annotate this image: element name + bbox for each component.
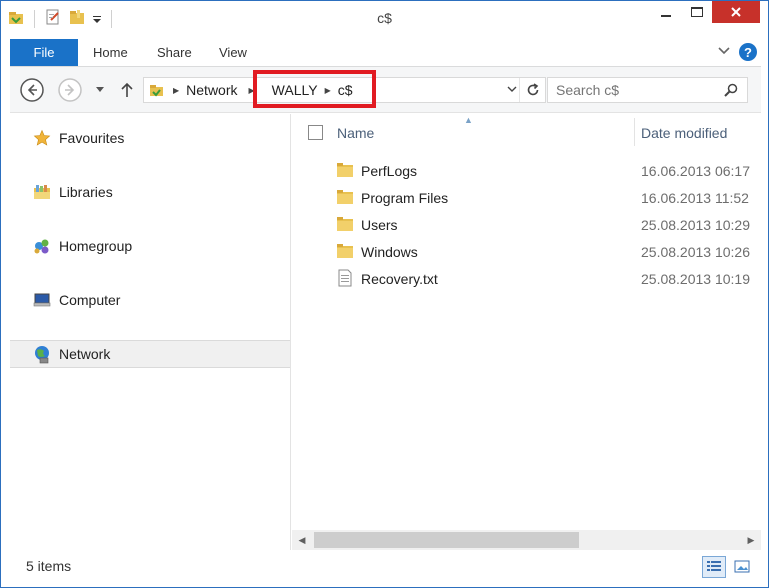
nav-item-libraries[interactable]: Libraries [10, 178, 290, 206]
scroll-right-button[interactable]: ▶ [741, 530, 761, 550]
file-name: PerfLogs [361, 163, 418, 179]
text-file-icon [336, 269, 354, 287]
address-dropdown-icon[interactable] [505, 82, 519, 99]
refresh-button[interactable] [519, 78, 545, 102]
search-input[interactable] [548, 78, 708, 102]
nav-item-label: Homegroup [59, 238, 133, 254]
nav-item-favourites[interactable]: Favourites [10, 124, 290, 152]
nav-item-label: Computer [59, 292, 121, 308]
column-date-modified[interactable]: Date modified [641, 125, 727, 141]
explorer-window: c$ File Home Share View ? ▶ Network ▶ WA… [0, 0, 769, 588]
folder-icon [336, 242, 354, 260]
folder-icon [336, 215, 354, 233]
file-row[interactable]: Recovery.txt 25.08.2013 10:19 [292, 265, 761, 292]
horizontal-scrollbar[interactable]: ◀ ▶ [292, 530, 761, 550]
file-row[interactable]: Users 25.08.2013 10:29 [292, 211, 761, 238]
tab-share[interactable]: Share [157, 39, 192, 67]
title-bar: c$ [1, 1, 768, 37]
nav-item-label: Libraries [59, 184, 113, 200]
breadcrumb-separator[interactable]: ▶ [170, 86, 182, 95]
folder-icon [336, 161, 354, 179]
navigation-bar: ▶ Network ▶ WALLY ▶ c$ [10, 67, 761, 113]
file-date: 25.08.2013 10:19 [641, 271, 750, 287]
recent-locations-icon[interactable] [94, 84, 106, 96]
large-icons-view-button[interactable] [730, 556, 754, 578]
nav-item-network[interactable]: Network [10, 340, 290, 368]
scroll-left-button[interactable]: ◀ [292, 530, 312, 550]
expand-ribbon-icon[interactable] [717, 44, 731, 61]
forward-button[interactable] [57, 77, 83, 103]
status-bar: 5 items [2, 550, 768, 587]
file-name: Program Files [361, 190, 449, 206]
details-view-button[interactable] [702, 556, 726, 578]
nav-item-label: Network [59, 346, 111, 362]
ribbon-right-controls: ? [717, 43, 757, 61]
search-icon[interactable] [723, 82, 739, 101]
column-name[interactable]: Name [337, 125, 374, 141]
file-name: Users [361, 217, 398, 233]
tab-home[interactable]: Home [93, 39, 128, 67]
file-date: 16.06.2013 11:52 [641, 190, 749, 206]
highlight-box-address [253, 70, 376, 108]
help-icon[interactable]: ? [739, 43, 757, 61]
nav-item-label: Favourites [59, 130, 125, 146]
ribbon-tabs: File Home Share View ? [10, 39, 761, 67]
nav-item-computer[interactable]: Computer [10, 286, 290, 314]
folder-icon [336, 188, 354, 206]
file-row[interactable]: Program Files 16.06.2013 11:52 [292, 184, 761, 211]
tab-file[interactable]: File [10, 39, 78, 66]
tab-view[interactable]: View [219, 39, 247, 67]
close-button[interactable] [712, 1, 760, 23]
scrollbar-thumb[interactable] [314, 532, 579, 548]
star-icon [32, 128, 52, 148]
column-headers: Name ▲ Date modified [292, 114, 761, 150]
window-controls [650, 1, 760, 23]
homegroup-icon [32, 236, 52, 256]
file-date: 25.08.2013 10:29 [641, 217, 750, 233]
network-icon [32, 344, 52, 364]
file-row[interactable]: Windows 25.08.2013 10:26 [292, 238, 761, 265]
search-box[interactable] [547, 77, 748, 103]
file-list: Name ▲ Date modified PerfLogs 16.06.2013… [292, 114, 761, 530]
file-row[interactable]: PerfLogs 16.06.2013 06:17 [292, 157, 761, 184]
nav-item-homegroup[interactable]: Homegroup [10, 232, 290, 260]
computer-icon [32, 290, 52, 310]
file-name: Windows [361, 244, 418, 260]
file-date: 16.06.2013 06:17 [641, 163, 750, 179]
breadcrumb-network[interactable]: Network [182, 82, 241, 98]
maximize-button[interactable] [681, 1, 712, 23]
column-divider[interactable] [634, 118, 635, 146]
item-count: 5 items [26, 558, 72, 574]
libraries-icon [32, 182, 52, 202]
file-date: 25.08.2013 10:26 [641, 244, 750, 260]
minimize-button[interactable] [650, 1, 681, 23]
back-button[interactable] [19, 77, 45, 103]
location-icon [148, 81, 166, 99]
select-all-checkbox[interactable] [308, 125, 323, 140]
navigation-pane: Favourites Libraries Homegroup Computer … [10, 114, 291, 550]
sort-ascending-icon: ▲ [464, 115, 473, 125]
file-name: Recovery.txt [361, 271, 438, 287]
up-button[interactable] [118, 79, 136, 101]
